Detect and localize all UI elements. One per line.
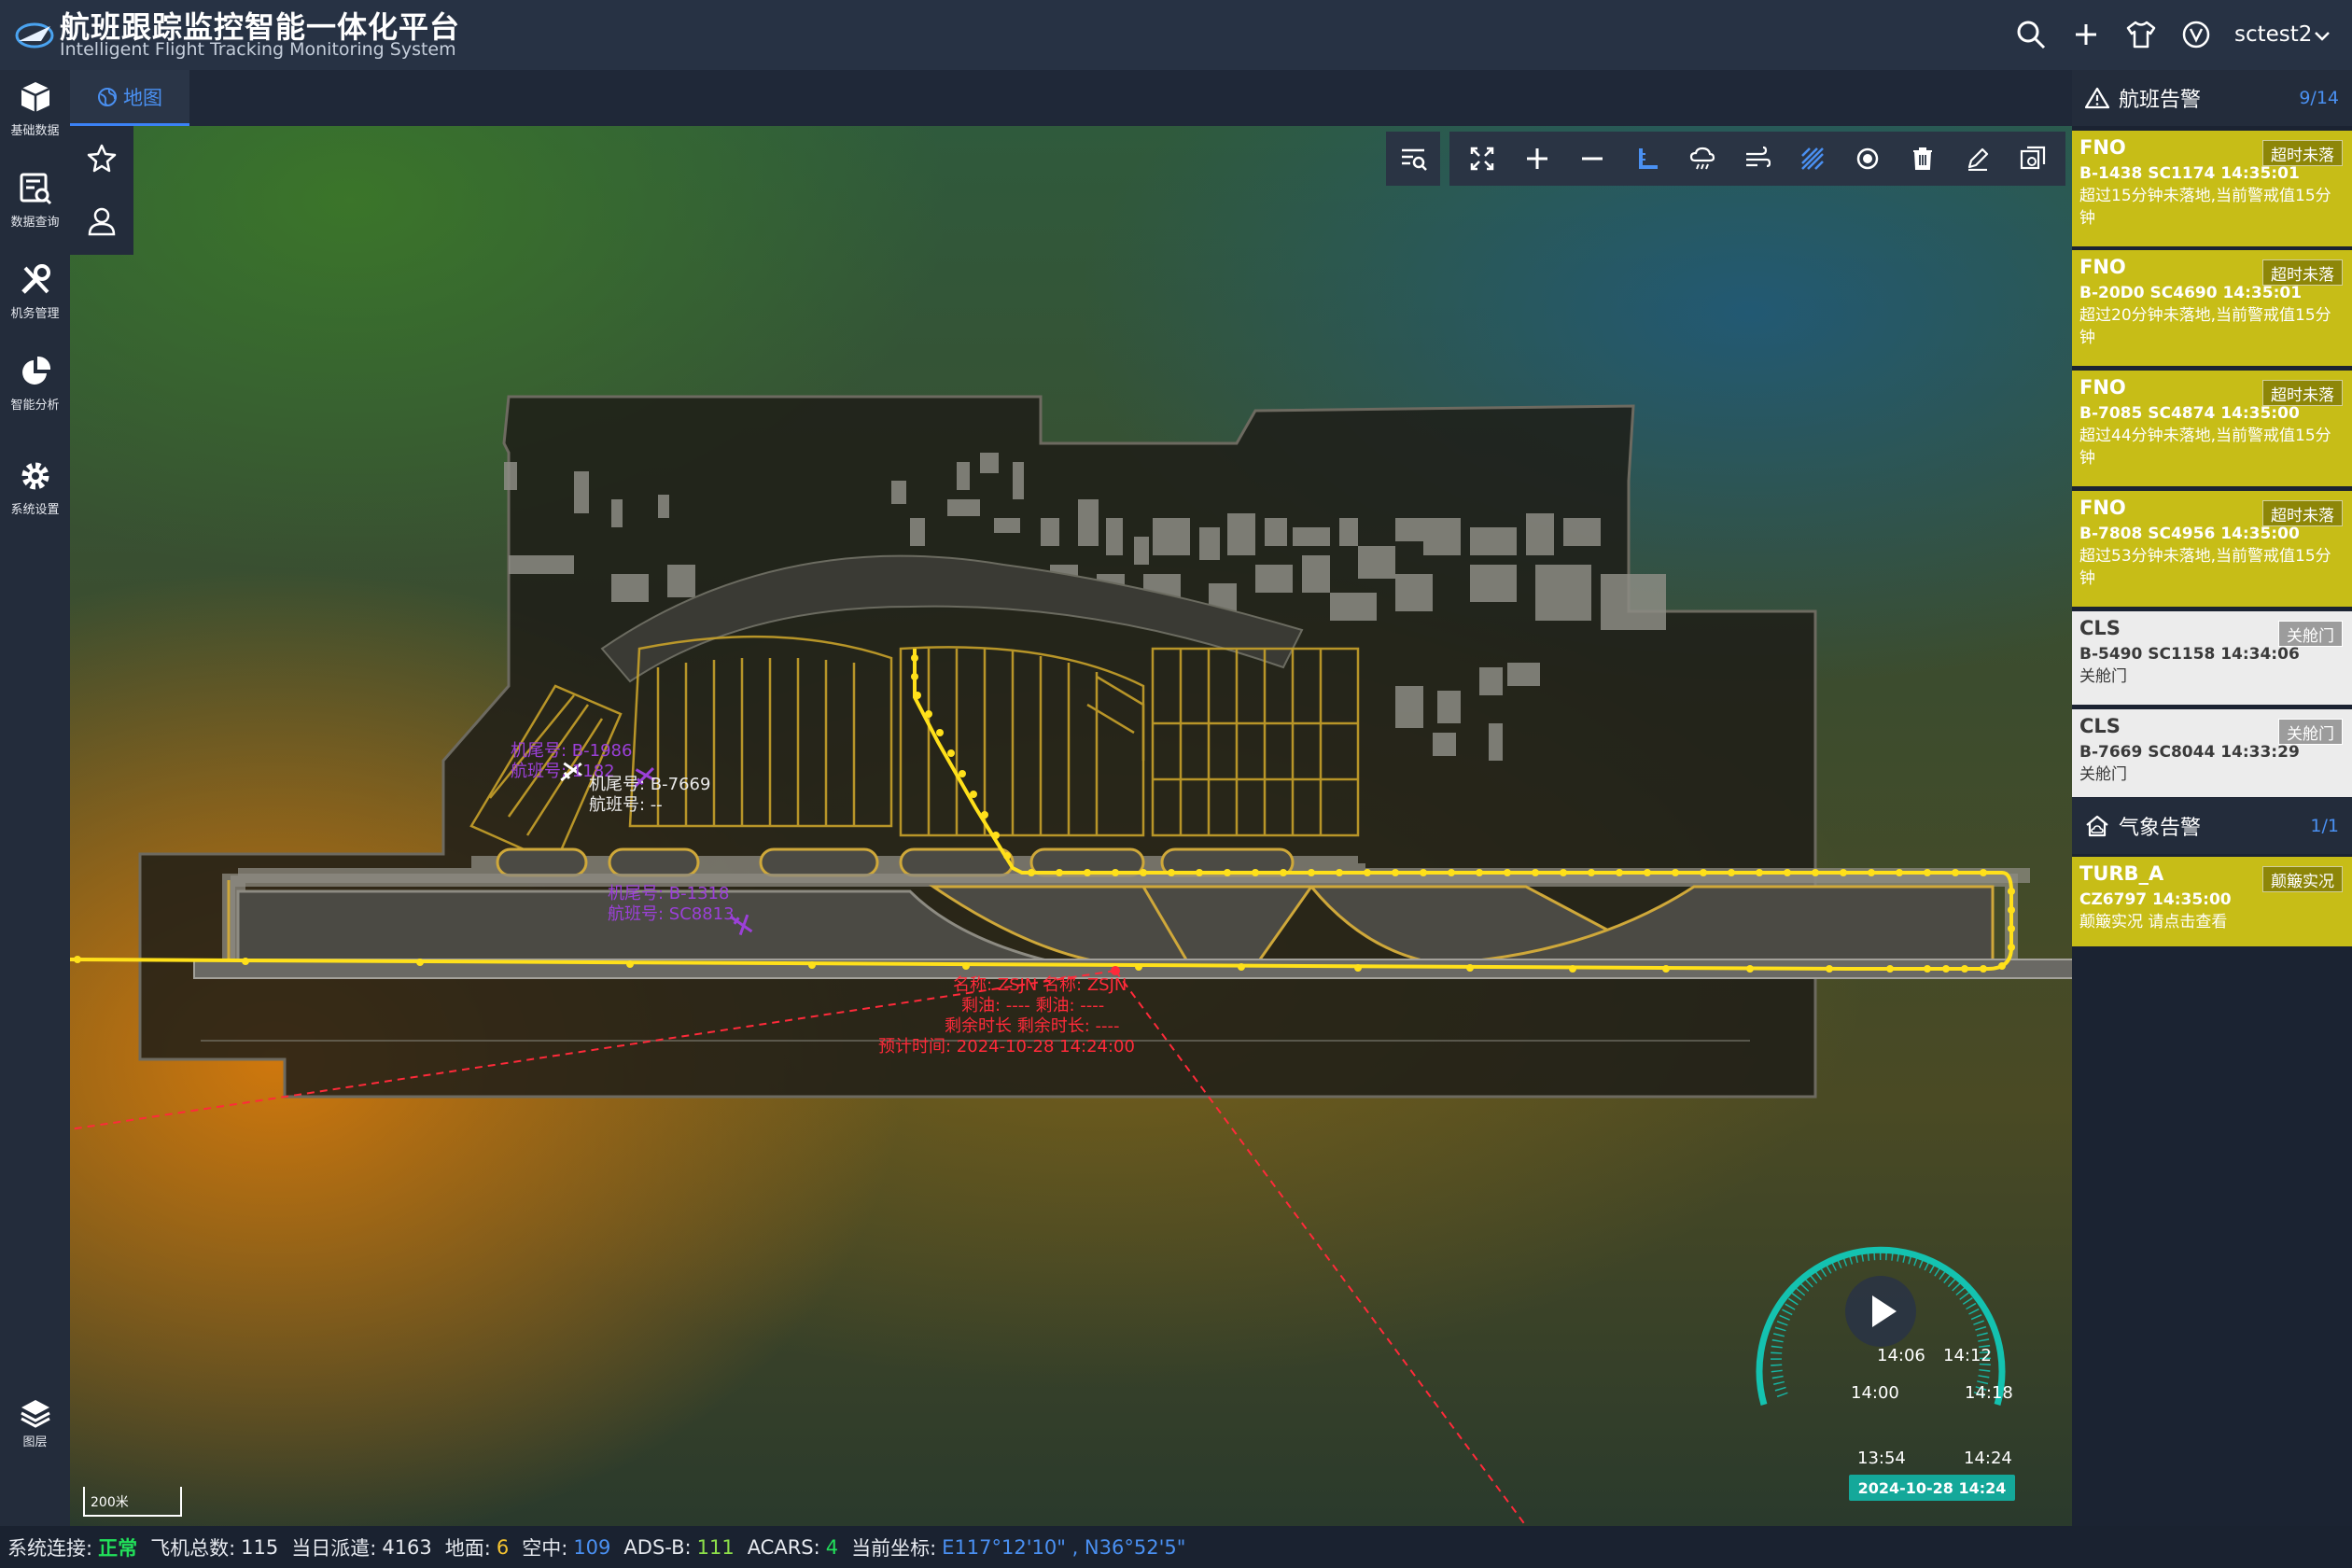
layer-list-button[interactable] (1386, 132, 1440, 186)
wind-icon[interactable] (1737, 138, 1778, 179)
status-badge: 关舱门 (2278, 621, 2343, 647)
alerts-panel: 航班告警 9/14 FNO 超时未落 B-1438 SC1174 14:35:0… (2072, 70, 2352, 1526)
alert-item[interactable]: TURB_A 颠簸实况 CZ6797 14:35:00 颠簸实况 请点击查看 (2072, 857, 2352, 946)
edit-icon[interactable] (1957, 138, 1998, 179)
layers-icon (20, 1399, 50, 1428)
globe-icon (98, 87, 117, 106)
weather-label: 剩油: ---- 剩油: ---- (961, 996, 1105, 1015)
chevron-down-icon[interactable] (2311, 24, 2333, 47)
playback-tick: 13:54 (1857, 1449, 1906, 1468)
status-bar: 系统连接: 正常 飞机总数: 115 当日派遣: 4163 地面: 6 空中: … (0, 1526, 2352, 1568)
status-total-value: 115 (241, 1535, 279, 1559)
status-air-label: 空中: (522, 1536, 568, 1560)
status-conn-value: 正常 (98, 1536, 138, 1560)
data-query-icon (20, 173, 51, 205)
v-circle-icon[interactable] (2177, 16, 2215, 53)
alert-item[interactable]: CLS 关舱门 B-5490 SC1158 14:34:06 关舱门 (2072, 611, 2352, 705)
weather-icon[interactable] (1682, 138, 1723, 179)
shirt-icon[interactable] (2122, 16, 2160, 53)
aircraft-flight-label: 航班号: -- (589, 795, 663, 815)
status-badge: 超时未落 (2262, 140, 2343, 166)
status-acars-label: ACARS: (747, 1535, 820, 1559)
aircraft-tail-label: 机尾号: B-1318 (608, 884, 730, 903)
status-air-value: 109 (573, 1535, 611, 1559)
playback-tick: 14:00 (1851, 1383, 1899, 1403)
cube-icon (20, 82, 50, 112)
alert-item[interactable]: CLS 关舱门 B-7669 SC8044 14:33:29 关舱门 (2072, 709, 2352, 797)
aircraft-flight-label: 航班号: SC8813 (608, 904, 735, 924)
gear-icon (21, 462, 49, 490)
status-ground-label: 地面: (444, 1536, 491, 1560)
left-nav: 基础数据 数据查询 机务管理 智能分析 系统设置 图层 (0, 70, 70, 1526)
tab-bar: 地图 (70, 70, 2072, 126)
tools-icon (21, 264, 50, 294)
screenshot-icon[interactable] (2012, 138, 2053, 179)
map-quick-panel (70, 126, 133, 255)
alert-item[interactable]: FNO 超时未落 B-7808 SC4956 14:35:00 超过53分钟未落… (2072, 491, 2352, 607)
logo-icon (15, 22, 54, 49)
status-badge: 关舱门 (2278, 719, 2343, 745)
nav-item-data-query[interactable]: 数据查询 (0, 161, 70, 245)
playback-tick: 14:06 (1877, 1346, 1925, 1365)
record-icon[interactable] (1847, 138, 1888, 179)
tab-map[interactable]: 地图 (70, 70, 189, 126)
weather-alerts-header[interactable]: 气象告警 1/1 (2072, 798, 2352, 854)
weather-label: 剩余时长 剩余时长: ---- (945, 1016, 1120, 1036)
list-search-icon (1402, 148, 1427, 171)
status-conn-label: 系统连接: (7, 1536, 93, 1560)
measure-icon[interactable] (1627, 138, 1668, 179)
flight-alerts-header[interactable]: 航班告警 9/14 (2072, 70, 2352, 126)
nav-item-analysis[interactable]: 智能分析 (0, 344, 70, 428)
app-header: 航班跟踪监控智能一体化平台 Intelligent Flight Trackin… (0, 0, 2352, 70)
playback-tick: 14:18 (1965, 1383, 2013, 1403)
warning-icon (2085, 87, 2109, 109)
fullscreen-icon[interactable] (1462, 138, 1503, 179)
zoom-in-icon[interactable] (1517, 138, 1558, 179)
plus-icon[interactable] (2067, 16, 2105, 53)
home-cloud-icon (2086, 815, 2108, 837)
status-coord-value: E117°12'10" , N36°52'5" (942, 1535, 1186, 1559)
status-badge: 颠簸实况 (2262, 866, 2343, 892)
layers-button[interactable]: 图层 (0, 1386, 70, 1461)
star-icon[interactable] (81, 137, 122, 178)
nav-item-maintenance[interactable]: 机务管理 (0, 253, 70, 337)
status-adsb-label: ADS-B: (623, 1535, 692, 1559)
pie-chart-icon (21, 356, 50, 385)
status-total-label: 飞机总数: (150, 1536, 236, 1560)
map-toolbar (1449, 132, 2065, 186)
aircraft-tail-label: 机尾号: B-7669 (589, 775, 711, 794)
status-dispatch-label: 当日派遣: (291, 1536, 377, 1560)
playback-date: 2024-10-28 14:24 (1849, 1475, 2015, 1501)
user-icon[interactable] (81, 201, 122, 242)
delete-icon[interactable] (1902, 138, 1943, 179)
playback-tick: 14:12 (1943, 1346, 1992, 1365)
status-badge: 超时未落 (2262, 259, 2343, 286)
status-adsb-value: 111 (696, 1535, 735, 1559)
playback-dial (1756, 1246, 2006, 1406)
scale-bar: 200米 (83, 1487, 182, 1517)
status-acars-value: 4 (825, 1535, 839, 1559)
weather-label: 预计时间: 2024-10-28 14:24:00 (878, 1037, 1135, 1057)
status-coord-label: 当前坐标: (851, 1536, 937, 1560)
status-ground-value: 6 (496, 1535, 510, 1559)
zoom-out-icon[interactable] (1572, 138, 1613, 179)
playback-tick: 14:24 (1964, 1449, 2012, 1468)
alert-item[interactable]: FNO 超时未落 B-1438 SC1174 14:35:01 超过15分钟未落… (2072, 131, 2352, 246)
alert-item[interactable]: FNO 超时未落 B-20D0 SC4690 14:35:01 超过20分钟未落… (2072, 250, 2352, 366)
status-badge: 超时未落 (2262, 380, 2343, 406)
weather-label: 名称: ZSJN 名称: ZSJN (953, 975, 1127, 995)
status-badge: 超时未落 (2262, 500, 2343, 526)
nav-item-settings[interactable]: 系统设置 (0, 449, 70, 533)
alert-item[interactable]: FNO 超时未落 B-7085 SC4874 14:35:00 超过44分钟未落… (2072, 371, 2352, 486)
status-dispatch-value: 4163 (382, 1535, 432, 1559)
nav-item-basic-data[interactable]: 基础数据 (0, 70, 70, 154)
app-subtitle: Intelligent Flight Tracking Monitoring S… (60, 39, 456, 60)
search-icon[interactable] (2012, 16, 2050, 53)
user-name[interactable]: sctest2 (2234, 22, 2312, 47)
aircraft-tail-label: 机尾号: B-1986 (511, 741, 633, 761)
hatch-icon[interactable] (1792, 138, 1833, 179)
